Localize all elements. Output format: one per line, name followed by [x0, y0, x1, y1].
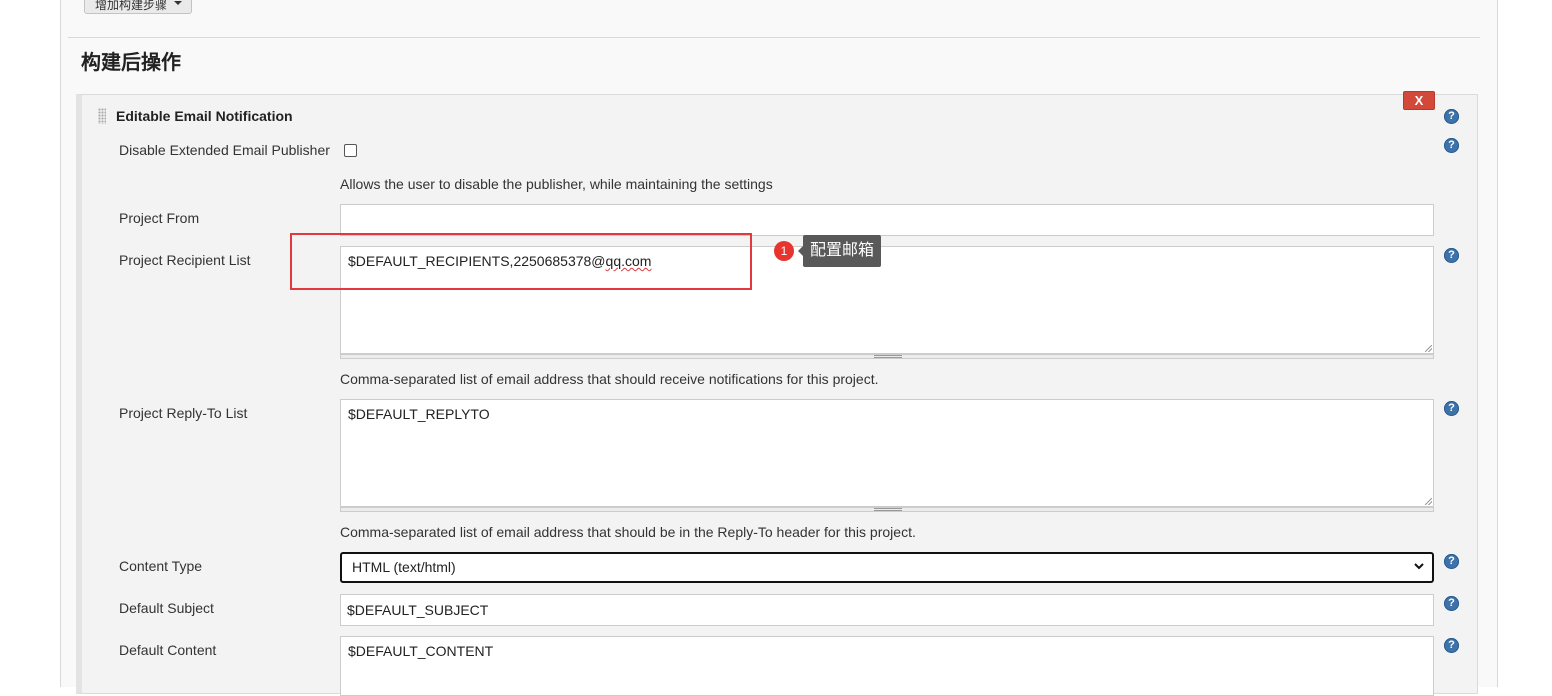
default-content-textarea[interactable]: $DEFAULT_CONTENT [340, 636, 1434, 696]
drag-handle-icon[interactable] [98, 108, 106, 124]
panel-title: Editable Email Notification [116, 108, 293, 124]
reply-to-label: Project Reply-To List [119, 405, 248, 421]
disable-publisher-description: Allows the user to disable the publisher… [340, 176, 773, 192]
recipient-list-description: Comma-separated list of email address th… [340, 371, 879, 387]
reply-to-textarea[interactable]: $DEFAULT_REPLYTO [340, 399, 1434, 507]
help-icon[interactable]: ? [1444, 109, 1459, 124]
grip-icon [874, 355, 902, 358]
add-build-step-label: 增加构建步骤 [95, 0, 168, 12]
project-from-label: Project From [119, 210, 200, 226]
step-badge: 1 [774, 241, 794, 261]
grip-icon [874, 508, 902, 511]
chevron-down-icon [1414, 563, 1424, 570]
disable-publisher-label: Disable Extended Email Publisher [119, 142, 330, 158]
add-build-step-button[interactable]: 增加构建步骤 [84, 0, 192, 14]
help-icon[interactable]: ? [1444, 638, 1459, 653]
highlight-box [290, 233, 752, 290]
content-type-selected: HTML (text/html) [352, 559, 456, 575]
help-icon[interactable]: ? [1444, 596, 1459, 611]
reply-to-grip[interactable] [340, 507, 1434, 512]
default-content-value: $DEFAULT_CONTENT [348, 643, 494, 659]
project-from-input[interactable] [340, 204, 1434, 236]
default-subject-input[interactable]: $DEFAULT_SUBJECT [340, 594, 1434, 626]
reply-to-description: Comma-separated list of email address th… [340, 524, 916, 540]
content-type-select[interactable]: HTML (text/html) [340, 552, 1434, 583]
section-title: 构建后操作 [81, 52, 181, 74]
help-icon[interactable]: ? [1444, 401, 1459, 416]
section-divider [68, 37, 1480, 38]
default-subject-label: Default Subject [119, 600, 214, 616]
content-type-label: Content Type [119, 558, 203, 574]
help-icon[interactable]: ? [1444, 248, 1459, 263]
resize-handle-icon[interactable] [1425, 498, 1432, 505]
annotation-tooltip: 配置邮箱 [797, 235, 882, 267]
help-icon[interactable]: ? [1444, 554, 1459, 569]
resize-handle-icon[interactable] [1425, 345, 1432, 352]
recipient-list-label: Project Recipient List [119, 252, 251, 268]
help-icon[interactable]: ? [1444, 138, 1459, 153]
delete-button[interactable]: X [1403, 91, 1435, 110]
disable-publisher-checkbox[interactable] [344, 144, 357, 157]
default-content-label: Default Content [119, 642, 217, 658]
caret-down-icon [174, 1, 182, 5]
reply-to-value: $DEFAULT_REPLYTO [348, 406, 490, 422]
recipient-list-grip[interactable] [340, 354, 1434, 359]
